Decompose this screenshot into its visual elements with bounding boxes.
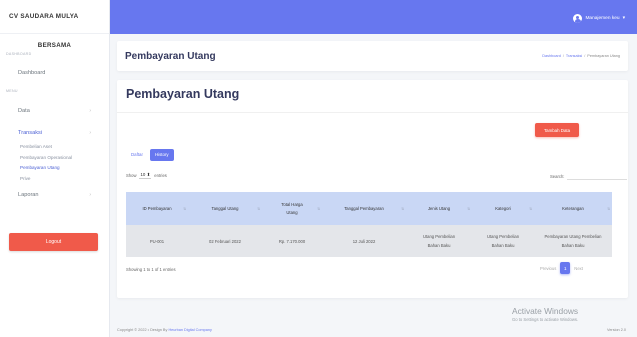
breadcrumb: Dashboard / Transaksi / Pembayaran Utang	[542, 54, 620, 58]
sidebar-item-label: Transaksi	[18, 130, 43, 136]
pagination: Previous 1 Next	[540, 262, 583, 274]
windows-activation-watermark: Activate Windows Go to Settings to activ…	[512, 306, 578, 322]
table-header-row: ID Pembayaran ⇅ Tanggal Utang ⇅ Total Harg…	[126, 192, 612, 225]
sidebar-subitem-pembayaran-utang[interactable]: Pembayaran Utang	[0, 163, 109, 174]
search-area: Search:	[550, 172, 628, 180]
search-input[interactable]	[567, 172, 628, 180]
entries-length: Show 10 ⬍ entries	[126, 172, 167, 179]
profile: BERSAMA DASHBOARD	[0, 34, 109, 62]
table-cell: 02 Februari 2022	[188, 225, 262, 257]
table-cell: Utang Pembelian Bahan Baku	[406, 225, 472, 257]
sort-icon: ⇅	[317, 206, 320, 211]
user-name: Manajemen keu	[585, 16, 620, 21]
table-cell: 12 Juli 2022	[322, 225, 406, 257]
sidebar-item-label: Data	[18, 108, 30, 114]
chevron-right-icon: ›	[89, 192, 91, 198]
entries-select[interactable]: 10 ⬍	[139, 172, 152, 179]
sidebar-item-data[interactable]: Data ›	[0, 102, 109, 120]
page-header: Pembayaran Utang Dashboard / Transaksi / Pem…	[117, 41, 628, 71]
breadcrumb-dashboard[interactable]: Dashboard	[542, 54, 561, 58]
table-cell: Rp. 7.170.000	[262, 225, 322, 257]
user-menu[interactable]: Manajemen keu ▾	[573, 14, 625, 23]
sort-icon: ⇅	[467, 206, 470, 211]
previous-page-button[interactable]: Previous	[540, 266, 556, 271]
sidebar-item-laporan[interactable]: Laporan ›	[0, 186, 109, 204]
sidebar-subitem-prive[interactable]: Prive	[0, 174, 109, 185]
sidebar-subitem-pembayaran-operasional[interactable]: Pembayaran Operasional	[0, 153, 109, 164]
version-text: Version 2.0	[607, 328, 626, 332]
divider	[117, 112, 628, 113]
watermark-subtitle: Go to Settings to activate Windows.	[512, 317, 579, 322]
sort-icon: ⇅	[257, 206, 260, 211]
tab-daftar[interactable]: Daftar	[126, 149, 148, 161]
column-header[interactable]: Tanggal Utang ⇅	[188, 192, 262, 225]
chevron-right-icon: ›	[89, 130, 91, 136]
entries-label: entries	[154, 173, 167, 178]
sidebar-item-dashboard[interactable]: Dashboard	[0, 64, 109, 82]
add-data-button[interactable]: Tambah Data	[535, 123, 579, 137]
copyright-text: Copyright © 2022 •	[117, 328, 149, 332]
column-header[interactable]: Jenis Utang ⇅	[406, 192, 472, 225]
section-dashboard-label: DASHBOARD	[6, 52, 32, 56]
chevron-right-icon: ›	[89, 108, 91, 114]
sort-icon: ⇅	[401, 206, 404, 211]
design-by-text: Design By	[150, 328, 168, 332]
logout-button[interactable]: Logout	[9, 233, 98, 251]
select-caret-icon: ⬍	[146, 172, 151, 177]
caret-down-icon: ▾	[622, 16, 625, 21]
column-header[interactable]: Keterangan ⇅	[534, 192, 612, 225]
breadcrumb-transaksi[interactable]: Transaksi	[566, 54, 582, 58]
user-avatar-icon	[573, 14, 583, 23]
top-navbar: Manajemen keu ▾	[110, 0, 637, 34]
sort-icon: ⇅	[183, 206, 186, 211]
section-title: Pembayaran Utang	[126, 87, 240, 101]
tabs: Daftar History	[126, 149, 174, 161]
footer: Copyright © 2022 • Design By Heurban Dig…	[117, 328, 212, 332]
company-link[interactable]: Heurban Digital Company	[168, 328, 211, 332]
table-info: Showing 1 to 1 of 1 entries	[126, 267, 176, 272]
column-header[interactable]: ID Pembayaran ⇅	[126, 192, 188, 225]
section-menu-label: MENU	[6, 89, 18, 93]
column-header[interactable]: Tanggal Pembayaran ⇅	[322, 192, 406, 225]
table-row: PU-001 02 Februari 2022 Rp. 7.170.000 12…	[126, 225, 612, 257]
column-header[interactable]: Kategori ⇅	[472, 192, 534, 225]
page-title: Pembayaran Utang	[125, 50, 216, 62]
watermark-title: Activate Windows	[512, 306, 579, 316]
sort-icon: ⇅	[607, 206, 610, 211]
sidebar-item-label: Laporan	[18, 192, 39, 198]
sidebar: CV SAUDARA MULYA BERSAMA DASHBOARD Dashb…	[0, 0, 110, 337]
sidebar-subitem-pembelian-aset[interactable]: Pembelian Aset	[0, 142, 109, 153]
page-1-button[interactable]: 1	[560, 262, 571, 274]
sidebar-item-transaksi[interactable]: Transaksi ›	[0, 124, 109, 142]
profile-name: BERSAMA	[37, 42, 72, 49]
data-table: ID Pembayaran ⇅ Tanggal Utang ⇅ Total Harg…	[126, 192, 612, 257]
search-label: Search:	[550, 173, 565, 179]
next-page-button[interactable]: Next	[574, 266, 583, 271]
sort-icon: ⇅	[529, 206, 532, 211]
main-card: Pembayaran Utang Tambah Data Daftar Hist…	[117, 80, 628, 298]
table-cell: Utang Pembelian Bahan Baku	[472, 225, 534, 257]
table-cell: PU-001	[126, 225, 188, 257]
tab-history[interactable]: History	[149, 149, 174, 161]
sidebar-item-label: Dashboard	[18, 70, 46, 76]
column-header[interactable]: Total Harga Utang ⇅	[262, 192, 322, 225]
show-label: Show	[126, 173, 137, 178]
table-cell: Pembayaran Utang Pembelian Bahan Baku	[534, 225, 612, 257]
breadcrumb-current: Pembayaran Utang	[587, 54, 620, 58]
brand-name: CV SAUDARA MULYA	[0, 0, 109, 34]
